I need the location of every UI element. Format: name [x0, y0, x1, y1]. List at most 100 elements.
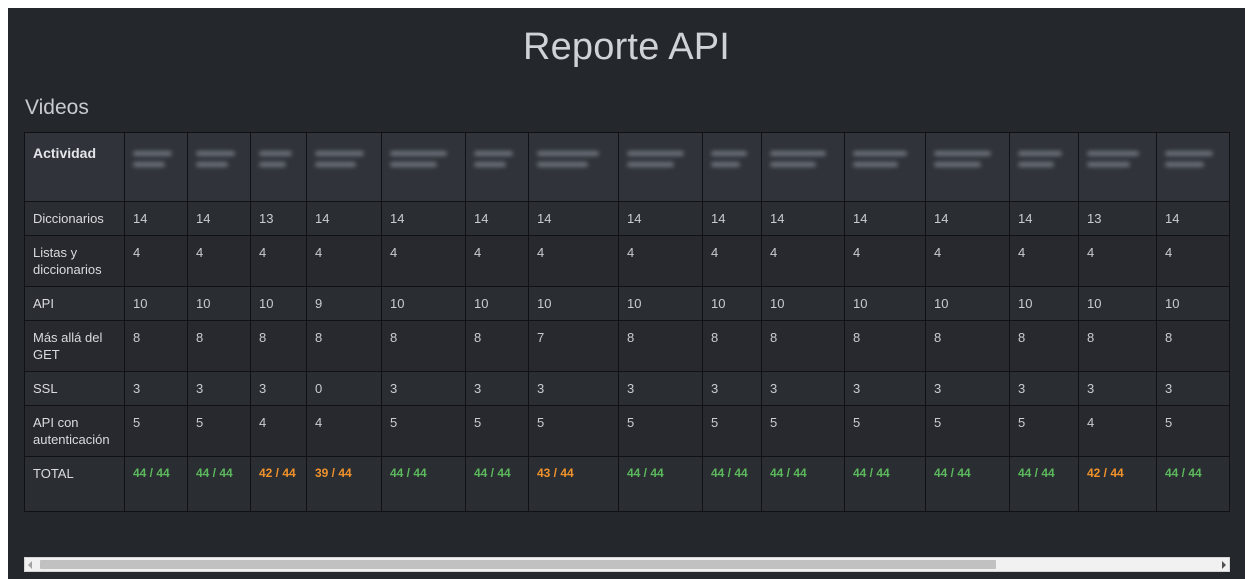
blurred-name-line — [259, 151, 293, 156]
scroll-left-arrow-icon[interactable] — [28, 561, 32, 569]
score-cell: 14 — [925, 201, 1010, 236]
score-cell: 8 — [250, 320, 307, 372]
total-label: TOTAL — [24, 456, 125, 512]
score-cell: 8 — [702, 320, 762, 372]
activity-label: Listas y diccionarios — [24, 235, 125, 287]
score-cell: 10 — [844, 286, 926, 321]
score-cell: 3 — [1009, 371, 1079, 406]
score-cell: 8 — [761, 320, 845, 372]
score-cell: 5 — [465, 405, 529, 457]
score-cell: 4 — [306, 235, 382, 287]
blurred-name-line — [1165, 151, 1213, 156]
score-cell: 14 — [1156, 201, 1230, 236]
total-score-cell: 44 / 44 — [844, 456, 926, 512]
blurred-name-line — [934, 162, 981, 167]
blurred-name-line — [196, 162, 229, 167]
student-column-header — [306, 132, 382, 202]
total-score-cell: 44 / 44 — [618, 456, 703, 512]
student-column-header — [761, 132, 845, 202]
score-cell: 3 — [124, 371, 188, 406]
score-cell: 5 — [618, 405, 703, 457]
score-cell: 14 — [306, 201, 382, 236]
activity-label: SSL — [24, 371, 125, 406]
score-cell: 3 — [187, 371, 251, 406]
blurred-name-line — [259, 162, 287, 167]
blurred-name-line — [474, 162, 507, 167]
score-cell: 0 — [306, 371, 382, 406]
score-cell: 9 — [306, 286, 382, 321]
score-cell: 7 — [528, 320, 619, 372]
score-cell: 4 — [1078, 235, 1157, 287]
score-cell: 5 — [702, 405, 762, 457]
table-row: API 10 10 10 9 10 10 10 10 10 10 10 10 10 10 10 — [24, 286, 1230, 321]
report-panel: Reporte API Videos Actividad Diccionario… — [8, 8, 1245, 579]
score-cell: 3 — [465, 371, 529, 406]
total-score-cell: 39 / 44 — [306, 456, 382, 512]
student-column-header — [124, 132, 188, 202]
score-cell: 4 — [465, 235, 529, 287]
score-cell: 5 — [187, 405, 251, 457]
table-row: Diccionarios 14 14 13 14 14 14 14 14 14 14 14 14 14 13… — [24, 201, 1230, 236]
score-cell: 3 — [925, 371, 1010, 406]
activity-label: API — [24, 286, 125, 321]
score-cell: 3 — [761, 371, 845, 406]
report-table-container: Actividad Diccionarios 14 14 13 14 14 14 14 14 14… — [24, 132, 1245, 530]
blurred-name-line — [711, 151, 747, 156]
score-cell: 10 — [124, 286, 188, 321]
blurred-name-line — [133, 162, 166, 167]
score-cell: 3 — [528, 371, 619, 406]
blurred-name-line — [390, 162, 437, 167]
score-cell: 8 — [844, 320, 926, 372]
score-cell: 10 — [465, 286, 529, 321]
blurred-name-line — [853, 162, 898, 167]
scroll-right-arrow-icon[interactable] — [1222, 561, 1226, 569]
blurred-name-line — [1087, 162, 1130, 167]
score-cell: 4 — [250, 405, 307, 457]
score-cell: 8 — [1078, 320, 1157, 372]
score-cell: 5 — [124, 405, 188, 457]
blurred-name-line — [1087, 151, 1139, 156]
score-cell: 5 — [381, 405, 466, 457]
score-cell: 5 — [761, 405, 845, 457]
blurred-name-line — [196, 151, 236, 156]
score-cell: 5 — [1009, 405, 1079, 457]
blurred-name-line — [315, 162, 356, 167]
score-cell: 4 — [381, 235, 466, 287]
score-cell: 4 — [306, 405, 382, 457]
table-header-row: Actividad — [24, 132, 1230, 202]
score-cell: 4 — [528, 235, 619, 287]
blurred-name-line — [853, 151, 908, 156]
score-cell: 8 — [381, 320, 466, 372]
blurred-name-line — [537, 162, 589, 167]
score-cell: 14 — [124, 201, 188, 236]
blurred-name-line — [627, 151, 684, 156]
score-cell: 5 — [844, 405, 926, 457]
total-row: TOTAL 44 / 44 44 / 44 42 / 44 39 / 44 44 / 44… — [24, 456, 1230, 512]
blurred-name-line — [133, 151, 173, 156]
score-cell: 3 — [702, 371, 762, 406]
blurred-name-line — [770, 151, 827, 156]
score-cell: 4 — [925, 235, 1010, 287]
activity-label: Más allá del GET — [24, 320, 125, 372]
score-cell: 14 — [465, 201, 529, 236]
page-title: Reporte API — [522, 26, 731, 68]
score-cell: 4 — [618, 235, 703, 287]
activity-column-header: Actividad — [24, 132, 125, 202]
activity-label: Diccionarios — [24, 201, 125, 236]
horizontal-scrollbar[interactable] — [24, 557, 1230, 572]
total-score-cell: 44 / 44 — [124, 456, 188, 512]
score-cell: 8 — [1156, 320, 1230, 372]
blurred-name-line — [1165, 162, 1205, 167]
score-cell: 8 — [187, 320, 251, 372]
total-score-cell: 42 / 44 — [250, 456, 307, 512]
scrollbar-thumb[interactable] — [40, 560, 996, 569]
score-cell: 13 — [1078, 201, 1157, 236]
total-score-cell: 44 / 44 — [465, 456, 529, 512]
blurred-name-line — [711, 162, 741, 167]
score-cell: 3 — [618, 371, 703, 406]
score-cell: 5 — [1156, 405, 1230, 457]
score-cell: 4 — [702, 235, 762, 287]
score-cell: 14 — [1009, 201, 1079, 236]
score-cell: 10 — [618, 286, 703, 321]
total-score-cell: 43 / 44 — [528, 456, 619, 512]
